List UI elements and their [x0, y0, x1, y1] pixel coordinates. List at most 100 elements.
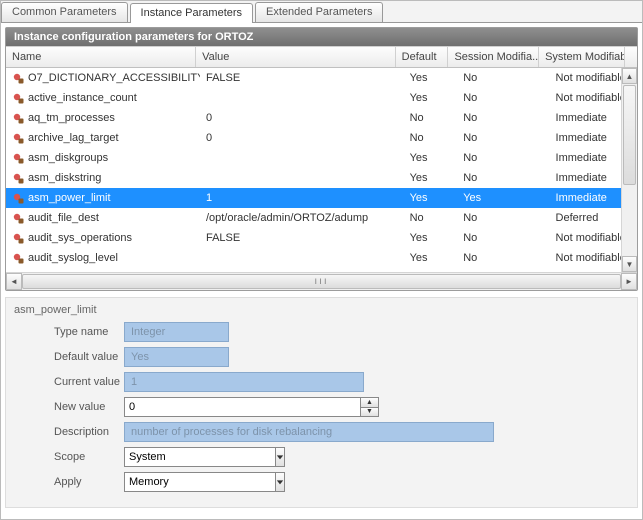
- panel-title: Instance configuration parameters for OR…: [6, 28, 637, 46]
- scroll-up-button[interactable]: ▲: [622, 68, 637, 84]
- cell-session: No: [457, 172, 549, 184]
- column-header-system[interactable]: System Modifiable: [539, 47, 625, 67]
- parameter-icon: [12, 112, 24, 124]
- cell-session: No: [457, 252, 549, 264]
- spinner-up-button[interactable]: ▲: [361, 397, 379, 407]
- parameters-panel: Instance configuration parameters for OR…: [5, 27, 638, 291]
- detail-panel: asm_power_limit Type name Integer Defaul…: [5, 297, 638, 508]
- chevron-down-icon: [276, 453, 284, 461]
- cell-session: No: [457, 152, 549, 164]
- label-description: Description: [14, 426, 124, 438]
- tab-instance-parameters[interactable]: Instance Parameters: [130, 3, 254, 23]
- column-header-default[interactable]: Default: [396, 47, 449, 67]
- scroll-left-button[interactable]: ◄: [6, 273, 22, 290]
- new-value-input[interactable]: [124, 397, 361, 417]
- parameter-icon: [12, 212, 24, 224]
- cell-value: 0: [200, 132, 404, 144]
- field-description: number of processes for disk rebalancing: [124, 422, 494, 442]
- cell-default: Yes: [404, 192, 458, 204]
- cell-name: asm_diskgroups: [28, 152, 108, 164]
- parameter-icon: [12, 92, 24, 104]
- table-row[interactable]: O7_DICTIONARY_ACCESSIBILITYFALSEYesNoNot…: [6, 68, 637, 88]
- cell-value: /opt/oracle/admin/ORTOZ/adump: [200, 212, 404, 224]
- table-row[interactable]: audit_file_dest/opt/oracle/admin/ORTOZ/a…: [6, 208, 637, 228]
- parameter-icon: [12, 152, 24, 164]
- label-scope: Scope: [14, 451, 124, 463]
- column-header-spacer: [625, 47, 637, 67]
- cell-name: audit_syslog_level: [28, 252, 118, 264]
- new-value-stepper[interactable]: ▲ ▼: [124, 397, 379, 417]
- table-row[interactable]: asm_power_limit1YesYesImmediate: [6, 188, 637, 208]
- cell-default: No: [404, 212, 458, 224]
- scope-dropdown-button[interactable]: [276, 447, 285, 467]
- field-type-name: Integer: [124, 322, 229, 342]
- cell-name: active_instance_count: [28, 92, 137, 104]
- column-header-session[interactable]: Session Modifia...: [448, 47, 539, 67]
- parameter-icon: [12, 132, 24, 144]
- column-header-name[interactable]: Name: [6, 47, 196, 67]
- table-row[interactable]: archive_lag_target0NoNoImmediate: [6, 128, 637, 148]
- cell-name: archive_lag_target: [28, 132, 119, 144]
- cell-name: audit_sys_operations: [28, 232, 132, 244]
- table-row[interactable]: aq_tm_processes0NoNoImmediate: [6, 108, 637, 128]
- spinner-down-button[interactable]: ▼: [361, 407, 379, 418]
- tab-extended-parameters[interactable]: Extended Parameters: [255, 2, 383, 22]
- label-current-value: Current value: [14, 376, 124, 388]
- cell-name: audit_file_dest: [28, 212, 99, 224]
- scroll-thumb-vertical[interactable]: [623, 85, 636, 185]
- window-frame: Common Parameters Instance Parameters Ex…: [0, 0, 643, 520]
- cell-value: FALSE: [200, 232, 404, 244]
- scroll-thumb-horizontal[interactable]: ııı: [22, 274, 621, 289]
- table-row[interactable]: audit_sys_operationsFALSEYesNoNot modifi…: [6, 228, 637, 248]
- table-row[interactable]: asm_diskstringYesNoImmediate: [6, 168, 637, 188]
- scroll-track-horizontal: ııı: [22, 273, 621, 290]
- scope-input[interactable]: [124, 447, 276, 467]
- cell-name: asm_power_limit: [28, 192, 111, 204]
- tab-common-parameters[interactable]: Common Parameters: [1, 2, 128, 22]
- parameter-icon: [12, 232, 24, 244]
- table-row[interactable]: active_instance_countYesNoNot modifiable: [6, 88, 637, 108]
- cell-default: Yes: [404, 72, 458, 84]
- cell-default: Yes: [404, 152, 458, 164]
- table-row[interactable]: asm_diskgroupsYesNoImmediate: [6, 148, 637, 168]
- field-default-value: Yes: [124, 347, 229, 367]
- cell-name: O7_DICTIONARY_ACCESSIBILITY: [28, 72, 200, 84]
- cell-value: 1: [200, 192, 404, 204]
- apply-input[interactable]: [124, 472, 276, 492]
- parameters-table: Name Value Default Session Modifia... Sy…: [6, 46, 637, 290]
- cell-session: Yes: [457, 192, 549, 204]
- cell-value: FALSE: [200, 72, 404, 84]
- cell-session: No: [457, 112, 549, 124]
- table-header: Name Value Default Session Modifia... Sy…: [6, 46, 637, 68]
- cell-session: No: [457, 72, 549, 84]
- table-body: O7_DICTIONARY_ACCESSIBILITYFALSEYesNoNot…: [6, 68, 637, 272]
- label-apply: Apply: [14, 476, 124, 488]
- cell-session: No: [457, 132, 549, 144]
- apply-dropdown-button[interactable]: [276, 472, 285, 492]
- parameter-icon: [12, 72, 24, 84]
- scope-combobox[interactable]: [124, 447, 244, 467]
- cell-session: No: [457, 232, 549, 244]
- cell-default: No: [404, 132, 458, 144]
- chevron-down-icon: [276, 478, 284, 486]
- cell-default: Yes: [404, 232, 458, 244]
- vertical-scrollbar[interactable]: ▲ ▼: [621, 68, 637, 272]
- horizontal-scrollbar[interactable]: ◄ ııı ►: [6, 272, 637, 290]
- table-row[interactable]: audit_syslog_levelYesNoNot modifiable: [6, 248, 637, 268]
- scroll-right-button[interactable]: ►: [621, 273, 637, 290]
- label-type-name: Type name: [14, 326, 124, 338]
- cell-session: No: [457, 212, 549, 224]
- field-current-value: 1: [124, 372, 364, 392]
- column-header-value[interactable]: Value: [196, 47, 396, 67]
- parameter-icon: [12, 172, 24, 184]
- label-new-value: New value: [14, 401, 124, 413]
- tab-content: Instance configuration parameters for OR…: [1, 23, 642, 512]
- cell-value: 0: [200, 112, 404, 124]
- detail-param-name: asm_power_limit: [14, 304, 629, 316]
- parameter-icon: [12, 252, 24, 264]
- cell-default: Yes: [404, 252, 458, 264]
- scroll-down-button[interactable]: ▼: [622, 256, 637, 272]
- label-default-value: Default value: [14, 351, 124, 363]
- apply-combobox[interactable]: [124, 472, 244, 492]
- cell-default: Yes: [404, 172, 458, 184]
